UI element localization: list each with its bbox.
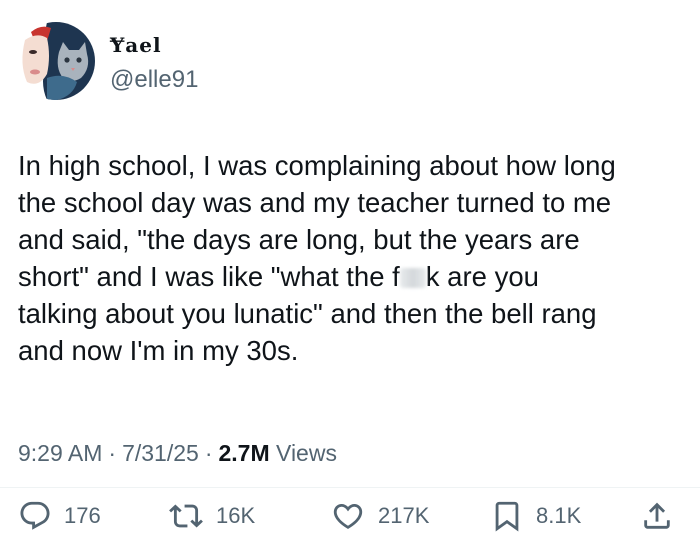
repost-icon <box>169 504 203 528</box>
reply-button[interactable]: 176 <box>18 496 101 536</box>
bookmark-icon <box>495 501 519 532</box>
post-line: talking about you lunatic" and then the … <box>18 298 597 329</box>
repost-count: 16K <box>216 503 256 528</box>
tweet-card: Ɏael @elle91 In high school, I was compl… <box>0 0 700 559</box>
post-text: In high school, I was complaining about … <box>18 147 690 369</box>
like-button[interactable]: 217K <box>330 496 429 536</box>
avatar[interactable] <box>17 22 95 100</box>
author-handle[interactable]: @elle91 <box>110 66 198 94</box>
post-line: short" and I was like "what the f k are y… <box>18 258 690 295</box>
post-time[interactable]: 9:29 AM <box>18 440 102 466</box>
reply-count: 176 <box>64 503 101 528</box>
post-line: and said, "the days are long, but the ye… <box>18 224 580 255</box>
views-label: Views <box>276 440 337 466</box>
divider <box>0 487 700 488</box>
post-meta: 9:29 AM · 7/31/25 · 2.7M Views <box>18 440 337 467</box>
like-count: 217K <box>378 503 430 528</box>
bookmark-button[interactable]: 8.1K <box>490 496 581 536</box>
action-bar: 176 16K 217K 8.1K <box>0 496 700 540</box>
views-count: 2.7M <box>218 440 270 466</box>
repost-button[interactable]: 16K <box>168 496 255 536</box>
post-date[interactable]: 7/31/25 <box>122 440 199 466</box>
reply-icon <box>20 501 50 530</box>
post-line: the school day was and my teacher turned… <box>18 187 612 218</box>
post-line: In high school, I was complaining about … <box>18 150 616 181</box>
censor-blur <box>399 268 426 288</box>
meta-separator: · <box>204 440 213 466</box>
meta-separator: · <box>108 440 117 466</box>
author-display-name[interactable]: Ɏael <box>110 33 162 57</box>
heart-icon <box>333 503 363 529</box>
share-icon <box>644 502 670 529</box>
post-line-segment: k are you <box>425 261 539 292</box>
bookmark-count: 8.1K <box>536 503 582 528</box>
post-line: and now I'm in my 30s. <box>18 335 299 366</box>
share-button[interactable] <box>640 496 674 536</box>
avatar-illustration-icon <box>17 22 95 100</box>
post-line-segment: short" and I was like "what the f <box>18 261 400 292</box>
